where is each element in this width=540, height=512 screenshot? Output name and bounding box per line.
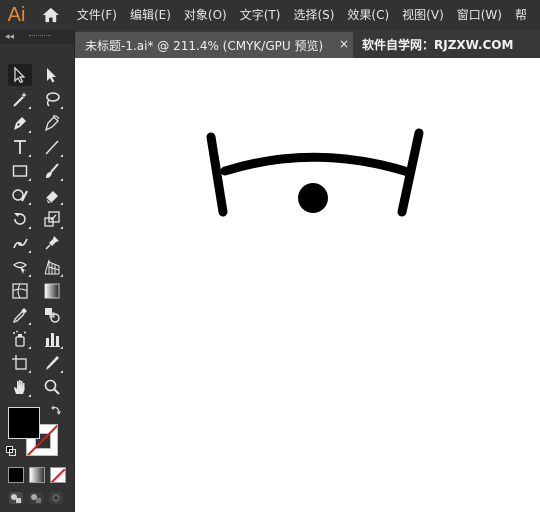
mesh-tool-icon[interactable] <box>8 280 32 302</box>
perspective-grid-tool-icon[interactable] <box>40 256 64 278</box>
menu-view[interactable]: 视图(V) <box>402 0 444 30</box>
draw-inside-icon[interactable] <box>48 491 64 505</box>
puppet-warp-tool-icon[interactable] <box>8 232 32 254</box>
artboard-tool-icon[interactable] <box>8 352 32 374</box>
panel-grip[interactable]: ◂◂ <box>0 30 74 44</box>
menu-window[interactable]: 窗口(W) <box>457 0 502 30</box>
zoom-tool-icon[interactable] <box>40 376 64 398</box>
pin-tool-icon[interactable] <box>40 232 64 254</box>
menu-help[interactable]: 帮 <box>515 0 527 30</box>
draw-behind-icon[interactable] <box>28 491 44 505</box>
color-mode-button[interactable] <box>8 467 24 483</box>
fill-swatch[interactable] <box>8 407 40 439</box>
pen-tool-icon[interactable] <box>8 112 32 134</box>
menu-edit[interactable]: 编辑(E) <box>130 0 171 30</box>
panel-drag-handle[interactable] <box>29 35 51 39</box>
direct-selection-tool-icon[interactable] <box>40 64 64 86</box>
swap-fill-stroke-icon[interactable] <box>50 404 62 416</box>
curvature-tool-icon[interactable] <box>40 112 64 134</box>
default-fill-stroke-icon[interactable] <box>6 446 16 456</box>
menu-select[interactable]: 选择(S) <box>293 0 334 30</box>
menu-type[interactable]: 文字(T) <box>240 0 281 30</box>
slice-tool-icon[interactable] <box>40 352 64 374</box>
artwork[interactable] <box>75 58 540 512</box>
menu-bar: Ai 文件(F) 编辑(E) 对象(O) 文字(T) 选择(S) 效果(C) 视… <box>0 0 540 30</box>
center-dot[interactable] <box>298 183 328 213</box>
type-tool-icon[interactable] <box>8 136 32 158</box>
shaper-tool-icon[interactable] <box>8 184 32 206</box>
none-slash-icon <box>51 468 65 482</box>
selection-tool-icon[interactable] <box>8 64 32 86</box>
app-logo: Ai <box>7 4 26 26</box>
hand-tool-icon[interactable] <box>8 376 32 398</box>
gradient-tool-icon[interactable] <box>40 280 64 302</box>
gradient-mode-button[interactable] <box>29 467 45 483</box>
eyedropper-tool-icon[interactable] <box>8 304 32 326</box>
column-graph-tool-icon[interactable] <box>40 328 64 350</box>
line-segment-tool-icon[interactable] <box>40 136 64 158</box>
home-icon[interactable] <box>41 4 61 26</box>
eraser-tool-icon[interactable] <box>40 184 64 206</box>
collapse-panel-icon[interactable]: ◂◂ <box>5 32 14 42</box>
none-mode-button[interactable] <box>50 467 66 483</box>
tab-title: 未标题-1.ai* @ 211.4% (CMYK/GPU 预览) <box>85 38 324 53</box>
rectangle-tool-icon[interactable] <box>8 160 32 182</box>
paintbrush-tool-icon[interactable] <box>40 160 64 182</box>
blend-tool-icon[interactable] <box>40 304 64 326</box>
draw-normal-icon[interactable] <box>8 491 24 505</box>
menu-effect[interactable]: 效果(C) <box>347 0 389 30</box>
top-arc-stroke[interactable] <box>220 152 413 177</box>
free-transform-tool-icon[interactable] <box>8 256 32 278</box>
left-vertical-stroke[interactable] <box>206 132 228 217</box>
tab-close-icon[interactable]: × <box>339 37 349 51</box>
rotate-tool-icon[interactable] <box>8 208 32 230</box>
scale-tool-icon[interactable] <box>40 208 64 230</box>
watermark-text: 软件自学网：RJZXW.COM <box>362 38 514 52</box>
menu-object[interactable]: 对象(O) <box>184 0 227 30</box>
menu-file[interactable]: 文件(F) <box>77 0 117 30</box>
magic-wand-tool-icon[interactable] <box>8 88 32 110</box>
tab-document[interactable]: 未标题-1.ai* @ 211.4% (CMYK/GPU 预览) <box>75 32 353 58</box>
symbol-sprayer-tool-icon[interactable] <box>8 328 32 350</box>
lasso-tool-icon[interactable] <box>40 88 64 110</box>
artboard-canvas[interactable] <box>75 58 540 512</box>
